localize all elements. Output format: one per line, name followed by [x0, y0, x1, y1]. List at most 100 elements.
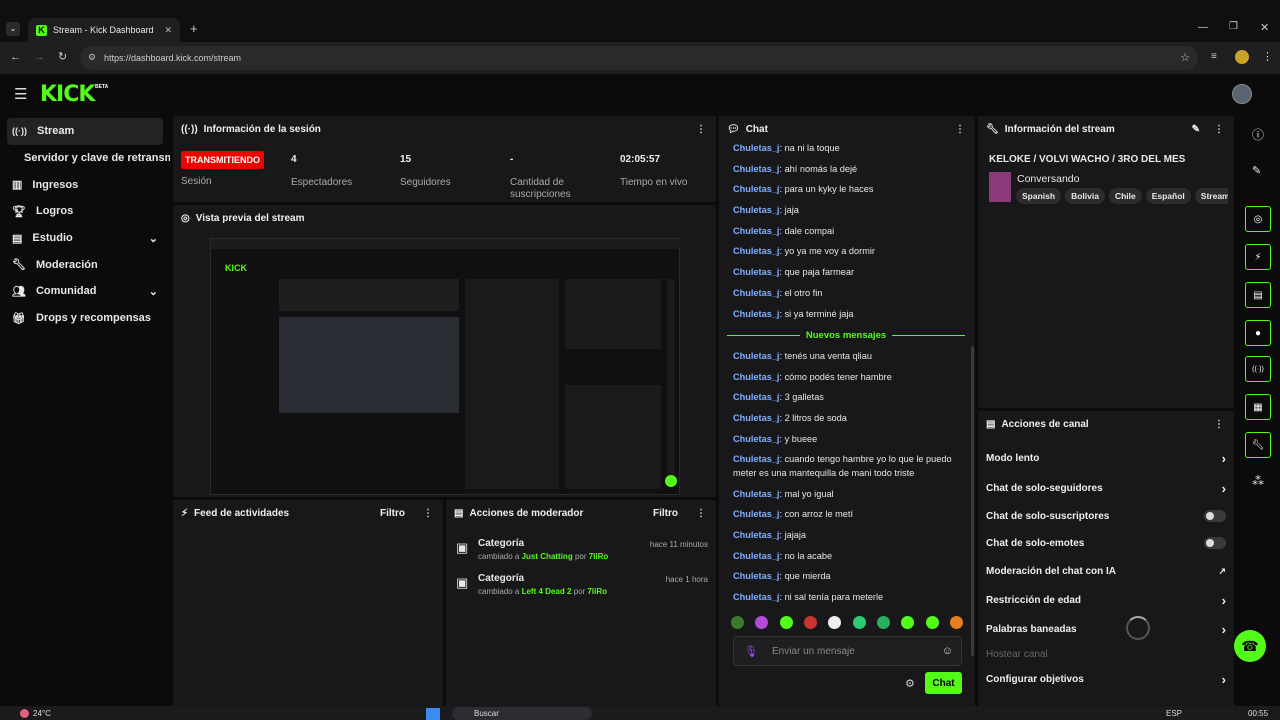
ai-moderation-row[interactable]: Moderación del chat con IA ↗: [986, 560, 1230, 582]
close-tab-icon[interactable]: ✕: [164, 25, 172, 36]
configure-goals-row[interactable]: Configurar objetivos ›: [986, 668, 1230, 690]
chat-username[interactable]: Chuletas_j: [733, 592, 779, 602]
user-link[interactable]: 7liRo: [589, 552, 609, 561]
rail-wrench-button[interactable]: 🔧︎: [1245, 432, 1271, 458]
stream-preview-video[interactable]: KICK: [210, 238, 681, 495]
edit-pencil-icon[interactable]: ✎: [1192, 124, 1200, 135]
category-link[interactable]: Just Chatting: [522, 552, 573, 561]
chat-username[interactable]: Chuletas_j: [733, 551, 779, 561]
more-options-icon[interactable]: ⋮: [1214, 419, 1224, 430]
chat-username[interactable]: Chuletas_j: [733, 413, 779, 423]
sidebar-item-stream[interactable]: ((·)) Stream: [7, 118, 163, 145]
emote-icon[interactable]: [828, 616, 842, 629]
chat-username[interactable]: Chuletas_j: [733, 164, 779, 174]
filter-button[interactable]: Filtro: [653, 508, 678, 519]
kick-logo[interactable]: KICK: [40, 82, 95, 107]
more-options-icon[interactable]: ⋮: [696, 124, 706, 135]
emote-icon[interactable]: [876, 616, 890, 629]
edit-pencil-icon[interactable]: ✎: [1252, 164, 1261, 177]
chat-username[interactable]: Chuletas_j: [733, 288, 779, 298]
tag[interactable]: Bolivia: [1065, 188, 1105, 204]
support-chat-button[interactable]: ☎: [1234, 630, 1266, 662]
chat-username[interactable]: Chuletas_j: [733, 509, 779, 519]
age-restriction-row[interactable]: Restricción de edad ›: [986, 589, 1230, 611]
chat-username[interactable]: Chuletas_j: [733, 309, 779, 319]
emote-icon[interactable]: [901, 616, 915, 629]
tab-list-icon[interactable]: ⌄: [6, 22, 20, 36]
chat-username[interactable]: Chuletas_j: [733, 489, 779, 499]
reload-icon[interactable]: ↻: [58, 50, 67, 63]
followers-only-row[interactable]: Chat de solo-seguidores ›: [986, 477, 1230, 499]
sidebar-item-achievements[interactable]: 🏆︎ Logros: [0, 198, 170, 225]
clock[interactable]: 00:55: [1248, 709, 1268, 718]
info-icon[interactable]: ⓘ: [1252, 126, 1264, 143]
emote-icon[interactable]: [949, 616, 963, 629]
tag[interactable]: Streame: [1194, 188, 1228, 204]
emote-icon[interactable]: [731, 616, 744, 629]
rail-broadcast-button[interactable]: ((·)): [1245, 356, 1271, 382]
tag[interactable]: Spanish: [1016, 188, 1062, 204]
chat-username[interactable]: Chuletas_j: [733, 392, 779, 402]
chat-username[interactable]: Chuletas_j: [733, 372, 779, 382]
browser-menu-icon[interactable]: ⋮: [1262, 50, 1273, 63]
user-avatar[interactable]: [1232, 84, 1252, 104]
back-icon[interactable]: ←: [10, 51, 21, 63]
slow-mode-row[interactable]: Modo lento ›: [986, 447, 1230, 469]
send-chat-button[interactable]: Chat: [925, 672, 962, 694]
emote-icon[interactable]: [779, 616, 793, 629]
add-widget-icon[interactable]: ⁂: [1252, 474, 1264, 488]
rail-activity-button[interactable]: ⚡︎: [1245, 244, 1271, 270]
chat-username[interactable]: Chuletas_j: [733, 454, 779, 464]
bookmark-star-icon[interactable]: ☆: [1180, 51, 1190, 64]
url-field[interactable]: ⚙ https://dashboard.kick.com/stream ☆: [80, 46, 1198, 70]
emoji-icon[interactable]: ☺: [942, 645, 953, 657]
chat-username[interactable]: Chuletas_j: [733, 184, 779, 194]
tag[interactable]: Español: [1145, 188, 1191, 204]
filter-button[interactable]: Filtro: [380, 508, 405, 519]
tag[interactable]: Chile: [1108, 188, 1142, 204]
sidebar-item-moderation[interactable]: 🔧︎ Moderación: [0, 251, 170, 278]
emotes-only-toggle[interactable]: [1204, 537, 1226, 549]
sidebar-item-community[interactable]: 👥︎ Comunidad ⌄: [0, 278, 170, 305]
language-indicator[interactable]: ESP: [1166, 709, 1182, 718]
forward-icon[interactable]: →: [34, 51, 45, 63]
weather-text[interactable]: 24°C: [33, 709, 51, 718]
stream-category[interactable]: Conversando: [1017, 173, 1079, 185]
rail-document-button[interactable]: ▤: [1245, 282, 1271, 308]
chat-username[interactable]: Chuletas_j: [733, 205, 779, 215]
rail-layout-button[interactable]: ▦: [1245, 394, 1271, 420]
more-options-icon[interactable]: ⋮: [955, 124, 965, 135]
more-options-icon[interactable]: ⋮: [423, 508, 433, 519]
chat-username[interactable]: Chuletas_j: [733, 246, 779, 256]
chat-settings-icon[interactable]: ⚙: [905, 677, 915, 690]
profile-avatar[interactable]: [1235, 50, 1249, 64]
minimize-icon[interactable]: —: [1198, 22, 1208, 33]
user-link[interactable]: 7liRo: [587, 587, 607, 596]
chat-username[interactable]: Chuletas_j: [733, 571, 779, 581]
category-link[interactable]: Left 4 Dead 2: [522, 587, 572, 596]
chat-username[interactable]: Chuletas_j: [733, 226, 779, 236]
hamburger-menu-icon[interactable]: ☰: [14, 85, 27, 103]
emote-icon[interactable]: [803, 616, 817, 629]
more-options-icon[interactable]: ⋮: [696, 508, 706, 519]
close-window-icon[interactable]: ✕: [1260, 21, 1269, 34]
browser-tab[interactable]: K Stream - Kick Dashboard ✕: [28, 18, 180, 42]
taskbar-search[interactable]: Buscar: [452, 707, 592, 720]
emote-icon[interactable]: [755, 616, 769, 629]
chat-username[interactable]: Chuletas_j: [733, 143, 779, 153]
banned-words-row[interactable]: Palabras baneadas ›: [986, 618, 1230, 640]
sidebar-item-stream-key[interactable]: Servidor y clave de retransm: [0, 145, 170, 172]
maximize-icon[interactable]: ❐: [1229, 21, 1238, 32]
sidebar-item-studio[interactable]: ▤ Estudio ⌄: [0, 225, 170, 252]
emote-icon[interactable]: [852, 616, 866, 629]
more-options-icon[interactable]: ⋮: [1214, 124, 1224, 135]
rail-preview-button[interactable]: ◎: [1245, 206, 1271, 232]
host-channel-row[interactable]: Hostear canal: [986, 643, 1230, 665]
chat-username[interactable]: Chuletas_j: [733, 434, 779, 444]
media-controls-icon[interactable]: ≡: [1211, 51, 1217, 62]
sidebar-item-drops[interactable]: 🎁︎ Drops y recompensas: [0, 305, 170, 332]
site-settings-icon[interactable]: ⚙: [88, 52, 96, 63]
chat-scrollbar[interactable]: [971, 346, 974, 656]
chat-username[interactable]: Chuletas_j: [733, 530, 779, 540]
windows-start-icon[interactable]: [426, 708, 440, 720]
